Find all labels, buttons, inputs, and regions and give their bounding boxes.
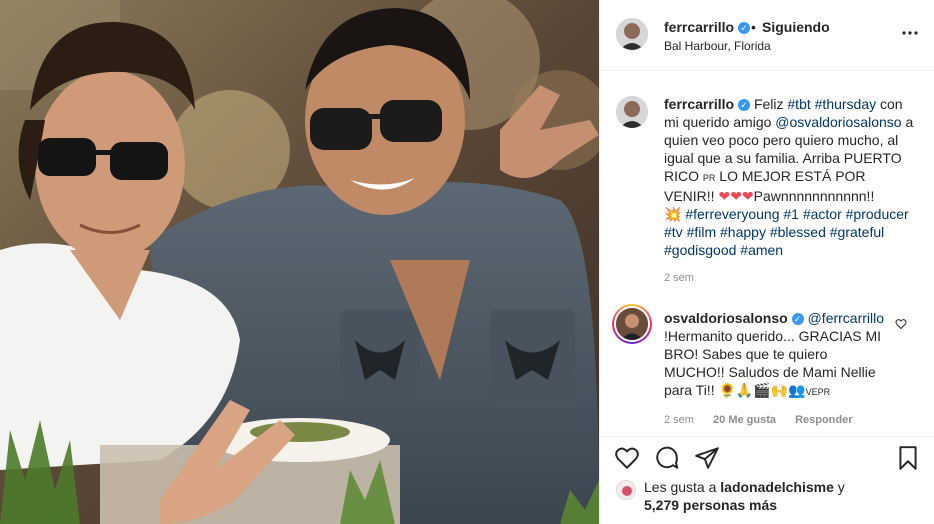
caption-timestamp[interactable]: 2 sem: [664, 272, 694, 284]
likes-text: Les gusta a ladonadelchisme y 5,279 pers…: [644, 478, 924, 514]
pr-flag-icon: PR: [702, 173, 716, 183]
hashtag-tbt[interactable]: #tbt: [787, 96, 810, 112]
post-photo[interactable]: [0, 0, 599, 524]
instagram-post: ferrcarrillo ✓ • Siguiendo Bal Harbour, F…: [0, 0, 934, 524]
save-button[interactable]: [895, 445, 921, 471]
reply-button[interactable]: Responder: [795, 414, 852, 426]
action-bar: [600, 436, 934, 476]
caption-avatar-image: [616, 96, 648, 128]
following-button[interactable]: Siguiendo: [762, 19, 830, 35]
speech-bubble-icon: [656, 446, 679, 469]
burst-emoji: 💥: [664, 206, 682, 222]
comments-section[interactable]: ferrcarrillo ✓ Feliz #tbt #thursday con m…: [600, 72, 934, 436]
comment-flag-text: VEPR: [805, 387, 831, 397]
comment-button[interactable]: [654, 445, 680, 471]
caption-text: Feliz: [753, 96, 788, 112]
comment-emojis: 🌻🙏🎬🙌👥: [718, 382, 806, 398]
author-username[interactable]: ferrcarrillo ✓: [664, 19, 751, 35]
paper-plane-icon: [695, 447, 719, 469]
likes-count[interactable]: 5,279 personas más: [644, 497, 777, 513]
caption-avatar[interactable]: [616, 96, 648, 128]
post-side-panel: ferrcarrillo ✓ • Siguiendo Bal Harbour, F…: [599, 0, 934, 524]
liker-username[interactable]: ladonadelchisme: [720, 479, 834, 495]
author-username-text[interactable]: ferrcarrillo: [664, 19, 734, 35]
comment-like-heart-icon[interactable]: [895, 318, 907, 330]
liker-avatar-image: [617, 481, 635, 499]
post-location[interactable]: Bal Harbour, Florida: [664, 39, 771, 53]
caption-hashtags[interactable]: #ferreveryoung #1 #actor #producer #tv #…: [664, 206, 909, 258]
likes-prefix: Les gusta a: [644, 479, 721, 495]
caption-text: Pawnnnnnnnnnnn!!: [753, 188, 875, 204]
comment-timestamp[interactable]: 2 sem: [664, 414, 694, 426]
heart-icon: [615, 447, 639, 469]
commenter-verified-icon: ✓: [791, 313, 804, 325]
commenter-avatar-inner: [614, 306, 650, 342]
hearts-emoji: ❤❤❤: [718, 188, 754, 204]
caption-mention[interactable]: @osvaldoriosalonso: [775, 114, 901, 130]
commenter-username[interactable]: osvaldoriosalonso: [664, 310, 788, 326]
more-options-icon[interactable]: [901, 24, 919, 42]
commenter-avatar-image: [616, 308, 648, 340]
verified-icon: ✓: [738, 22, 751, 34]
caption-verified-icon: ✓: [738, 99, 751, 111]
comment-meta: 2 sem 20 Me gusta Responder: [664, 414, 869, 426]
author-avatar[interactable]: [616, 18, 648, 50]
comment: osvaldoriosalonso ✓ @ferrcarrillo !Herman…: [664, 309, 889, 401]
comment-mention[interactable]: @ferrcarrillo: [808, 310, 884, 326]
hashtag-thursday[interactable]: #thursday: [815, 96, 876, 112]
comment-likes-count[interactable]: 20 Me gusta: [713, 414, 776, 426]
author-avatar-image: [616, 18, 648, 50]
caption-username[interactable]: ferrcarrillo: [664, 96, 734, 112]
bookmark-icon: [899, 446, 917, 470]
share-button[interactable]: [694, 445, 720, 471]
commenter-avatar[interactable]: [612, 304, 652, 344]
photo-illustration: [0, 0, 599, 524]
liker-avatar[interactable]: [616, 480, 636, 500]
like-button[interactable]: [614, 445, 640, 471]
header-separator: •: [751, 19, 756, 35]
likes-middle: y: [833, 479, 845, 495]
commenter-avatar-svg: [616, 308, 648, 340]
post-header: ferrcarrillo ✓ • Siguiendo Bal Harbour, F…: [600, 0, 934, 71]
post-caption: ferrcarrillo ✓ Feliz #tbt #thursday con m…: [664, 95, 914, 259]
